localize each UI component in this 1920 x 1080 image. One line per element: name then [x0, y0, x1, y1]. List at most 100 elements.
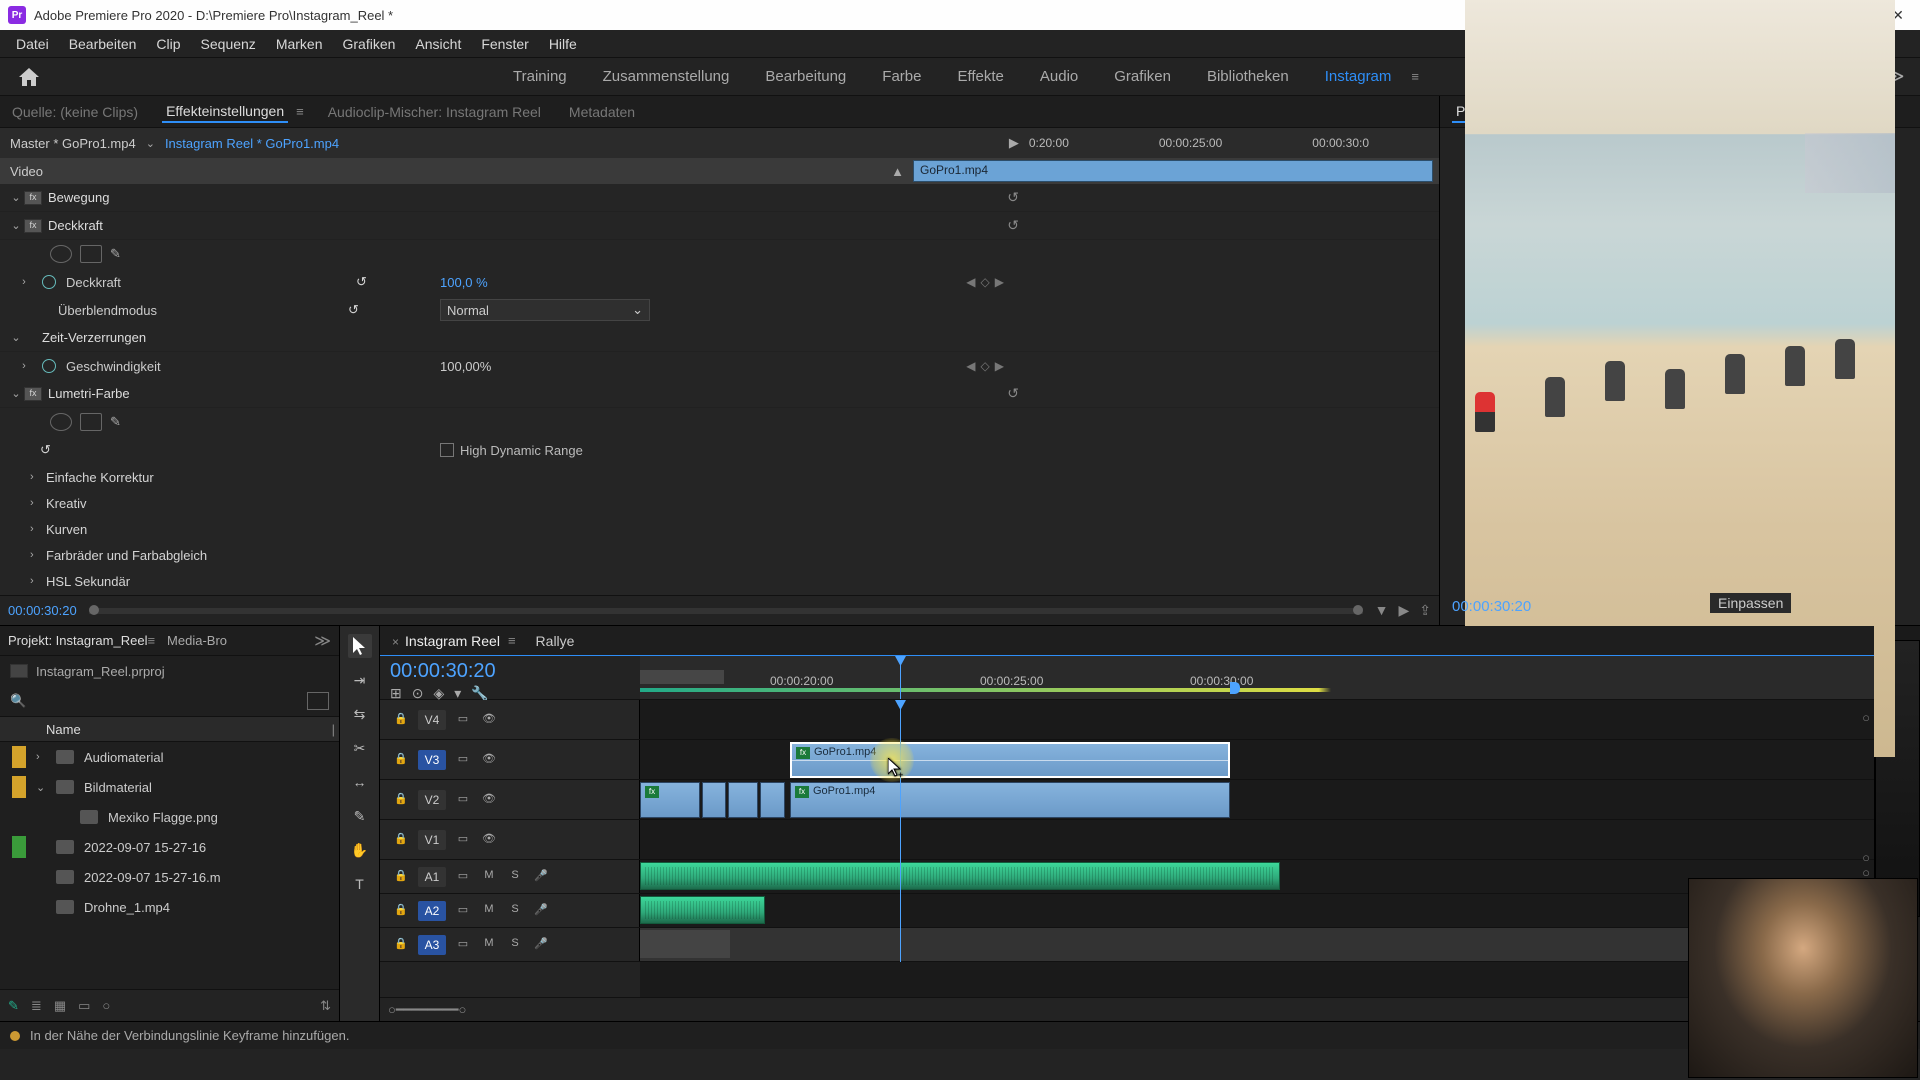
reset-icon[interactable]: ↺: [348, 302, 359, 318]
rect-mask-icon[interactable]: [80, 413, 102, 431]
menu-hilfe[interactable]: Hilfe: [539, 32, 587, 56]
lumetri-sub[interactable]: ›Kreativ: [0, 490, 1439, 516]
lumetri-sub[interactable]: ›Kurven: [0, 516, 1439, 542]
play-only-icon[interactable]: ▶: [1398, 602, 1409, 619]
icon-view-icon[interactable]: ▦: [54, 998, 66, 1014]
workspace-menu-icon[interactable]: ≡: [1411, 69, 1419, 84]
pen-icon[interactable]: ✎: [8, 998, 19, 1014]
effect-zoom-scrubber[interactable]: [89, 608, 1363, 614]
menu-datei[interactable]: Datei: [6, 32, 59, 56]
workspace-bearbeitung[interactable]: Bearbeitung: [761, 62, 850, 91]
clip-dropdown-icon[interactable]: ⌄: [146, 137, 155, 150]
workspace-training[interactable]: Training: [509, 62, 571, 91]
filter-icon[interactable]: ▼: [1375, 602, 1389, 619]
reset-icon[interactable]: ↺: [40, 442, 51, 458]
media-browser-tab[interactable]: Media-Bro: [167, 633, 227, 648]
clip-v2-b[interactable]: [702, 782, 726, 818]
panel-overflow-icon[interactable]: ≫: [314, 631, 331, 651]
reset-icon[interactable]: ↺: [1007, 189, 1019, 206]
list-item[interactable]: 2022-09-07 15-27-16.m: [0, 862, 339, 892]
clip-v2-c[interactable]: [728, 782, 758, 818]
home-icon[interactable]: [10, 58, 48, 96]
reset-icon[interactable]: ↺: [1007, 385, 1019, 402]
timeline-ruler[interactable]: 00:00:20:00 00:00:25:00 00:00:30:00: [640, 656, 1874, 699]
reset-icon[interactable]: ↺: [1007, 217, 1019, 234]
track-v3[interactable]: 🔒V3▭👁: [380, 740, 640, 780]
lumetri-sub[interactable]: ›Farbräder und Farbabgleich: [0, 542, 1439, 568]
sort-icon[interactable]: ⇅: [320, 998, 331, 1014]
workspace-grafiken[interactable]: Grafiken: [1110, 62, 1175, 91]
sequence-clip-label[interactable]: Instagram Reel * GoPro1.mp4: [165, 136, 339, 151]
razor-tool[interactable]: ✂: [348, 736, 372, 760]
menu-sequenz[interactable]: Sequenz: [191, 32, 266, 56]
timeline-tab-instagram[interactable]: ×Instagram Reel: [390, 630, 502, 652]
mini-timeline-clip[interactable]: GoPro1.mp4: [913, 160, 1433, 182]
type-tool[interactable]: T: [348, 872, 372, 896]
lumetri-sub[interactable]: ›HSL Sekundär: [0, 568, 1439, 594]
track-v4[interactable]: 🔒V4▭👁: [380, 700, 640, 740]
pen-mask-icon[interactable]: ✎: [110, 414, 121, 430]
menu-bearbeiten[interactable]: Bearbeiten: [59, 32, 147, 56]
track-a1[interactable]: 🔒A1▭MS🎤: [380, 860, 640, 894]
list-item[interactable]: Mexiko Flagge.png: [0, 802, 339, 832]
ellipse-mask-icon[interactable]: [50, 245, 72, 263]
list-item[interactable]: 2022-09-07 15-27-16: [0, 832, 339, 862]
effect-deckkraft[interactable]: ⌄fx Deckkraft ↺: [0, 212, 1439, 240]
timeline-current-time[interactable]: 00:00:30:20: [390, 660, 630, 683]
track-select-tool[interactable]: ⇥: [348, 668, 372, 692]
program-viewport[interactable]: 00:00:30:20 Einpassen: [1440, 128, 1920, 625]
pen-tool[interactable]: ✎: [348, 804, 372, 828]
close-icon[interactable]: ×: [392, 635, 399, 649]
effect-lumetri[interactable]: ⌄fx Lumetri-Farbe ↺: [0, 380, 1439, 408]
clip-v3-gopro1[interactable]: fxGoPro1.mp4: [790, 742, 1230, 778]
master-clip-label[interactable]: Master * GoPro1.mp4: [10, 136, 136, 151]
audio-clip-a3[interactable]: [640, 930, 730, 958]
audio-clip-a1[interactable]: [640, 862, 1280, 890]
menu-clip[interactable]: Clip: [146, 32, 190, 56]
ellipse-mask-icon[interactable]: [50, 413, 72, 431]
selection-tool[interactable]: [348, 634, 372, 658]
track-a2[interactable]: 🔒A2▭MS🎤: [380, 894, 640, 928]
workspace-farbe[interactable]: Farbe: [878, 62, 925, 91]
new-bin-icon[interactable]: [307, 692, 329, 710]
clip-v2-a[interactable]: fx: [640, 782, 700, 818]
reset-icon[interactable]: ↺: [356, 274, 367, 290]
tab-effekteinstellungen[interactable]: Effekteinstellungen: [162, 101, 288, 123]
project-tab[interactable]: Projekt: Instagram_Reel: [8, 633, 147, 648]
stopwatch-icon[interactable]: [42, 275, 56, 289]
blend-mode-select[interactable]: Normal⌄: [440, 299, 650, 321]
menu-ansicht[interactable]: Ansicht: [405, 32, 471, 56]
menu-grafiken[interactable]: Grafiken: [333, 32, 406, 56]
workspace-effekte[interactable]: Effekte: [953, 62, 1007, 91]
panel-menu-icon[interactable]: ≡: [508, 633, 516, 648]
slip-tool[interactable]: ↔: [348, 770, 372, 794]
stopwatch-icon[interactable]: [42, 359, 56, 373]
search-icon[interactable]: 🔍: [10, 693, 26, 709]
lumetri-sub[interactable]: ›Einfache Korrektur: [0, 464, 1439, 490]
panel-menu-icon[interactable]: ≡: [147, 633, 155, 648]
zoom-slider[interactable]: ○: [102, 998, 110, 1013]
list-item[interactable]: Drohne_1.mp4: [0, 892, 339, 922]
workspace-bibliotheken[interactable]: Bibliotheken: [1203, 62, 1293, 91]
menu-marken[interactable]: Marken: [266, 32, 333, 56]
column-name[interactable]: Name: [46, 722, 81, 737]
effect-current-time[interactable]: 00:00:30:20: [8, 603, 77, 618]
program-zoom-select[interactable]: Einpassen: [1710, 593, 1791, 613]
pen-mask-icon[interactable]: ✎: [110, 246, 121, 262]
panel-menu-icon[interactable]: ≡: [296, 104, 304, 119]
ripple-tool[interactable]: ⇆: [348, 702, 372, 726]
timeline-tab-rallye[interactable]: Rallye: [534, 630, 577, 652]
export-icon[interactable]: ⇪: [1419, 602, 1431, 619]
track-a3[interactable]: 🔒A3▭MS🎤: [380, 928, 640, 962]
clip-v2-gopro1[interactable]: fxGoPro1.mp4: [790, 782, 1230, 818]
workspace-audio[interactable]: Audio: [1036, 62, 1082, 91]
clip-v2-d[interactable]: [760, 782, 785, 818]
freeform-icon[interactable]: ▭: [78, 998, 90, 1014]
workspace-instagram[interactable]: Instagram: [1321, 62, 1396, 91]
effect-zeit[interactable]: ⌄ Zeit-Verzerrungen: [0, 324, 1439, 352]
program-time[interactable]: 00:00:30:20: [1452, 598, 1531, 615]
hdr-checkbox[interactable]: [440, 443, 454, 457]
list-item[interactable]: ⌄ Bildmaterial: [0, 772, 339, 802]
speed-value[interactable]: 100,00%: [440, 359, 491, 374]
opacity-value[interactable]: 100,0 %: [440, 275, 488, 290]
